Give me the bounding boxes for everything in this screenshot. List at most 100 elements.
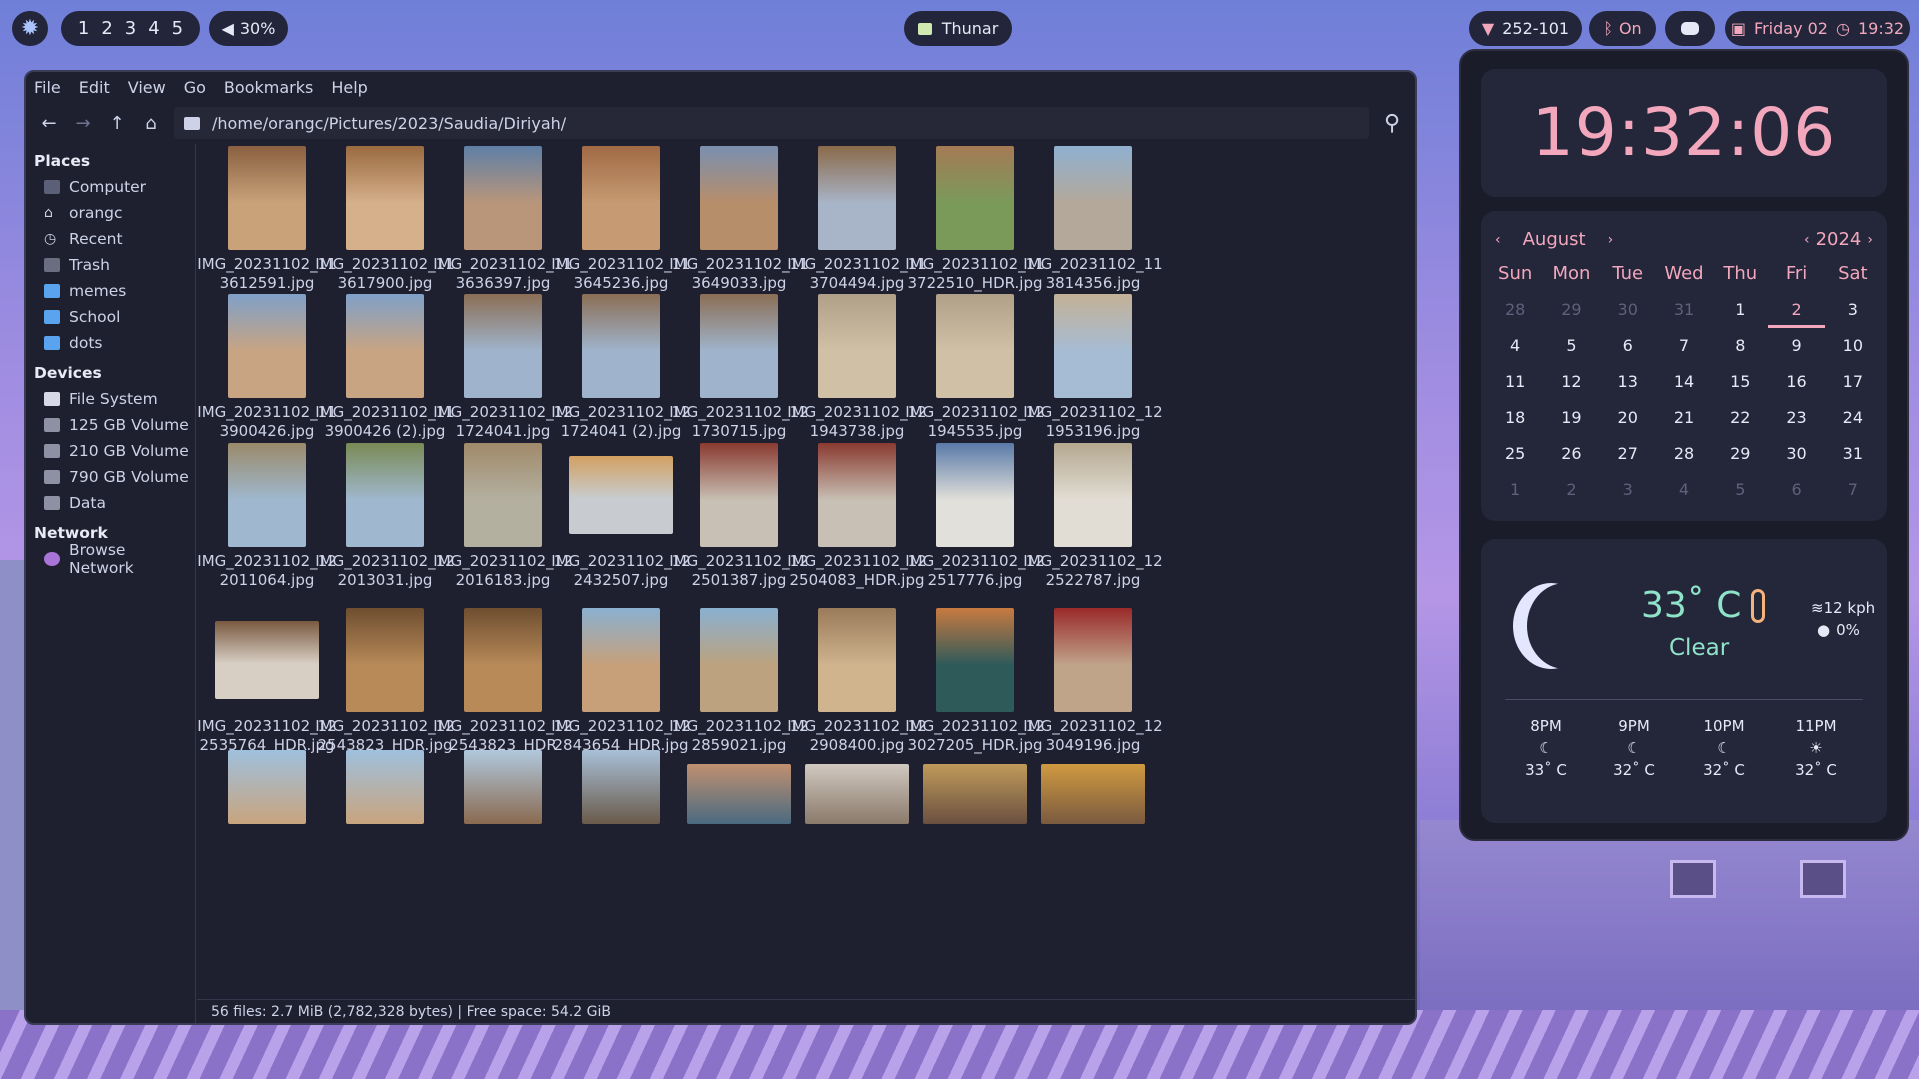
chevron-left-icon[interactable]: ‹ [1495, 232, 1501, 248]
calendar-day[interactable]: 28 [1656, 436, 1712, 472]
clock-widget[interactable]: ▣ Friday 02 ◷ 19:32 [1725, 11, 1910, 46]
workspace-2[interactable]: 2 [101, 18, 112, 39]
menu-bookmarks[interactable]: Bookmarks [224, 78, 313, 97]
calendar-day[interactable]: 17 [1825, 364, 1881, 400]
calendar-day[interactable]: 20 [1600, 400, 1656, 436]
calendar-day[interactable]: 21 [1656, 400, 1712, 436]
calendar-day[interactable]: 4 [1656, 472, 1712, 508]
menu-view[interactable]: View [128, 78, 166, 97]
image-thumbnail[interactable] [346, 750, 424, 824]
calendar-day[interactable]: 10 [1825, 328, 1881, 364]
location-bar[interactable]: /home/orangc/Pictures/2023/Saudia/Diriya… [174, 107, 1369, 139]
sidebar-item-volume-210[interactable]: 210 GB Volume [26, 438, 195, 464]
calendar-day[interactable]: 16 [1768, 364, 1824, 400]
file-item[interactable]: IMG_20231102_12 3049196.jpg [1023, 608, 1163, 755]
home-button[interactable]: ⌂ [134, 106, 168, 140]
calendar-day[interactable]: 31 [1656, 292, 1712, 328]
divider [1505, 699, 1863, 700]
image-thumbnail[interactable] [1041, 764, 1145, 824]
calendar-day[interactable]: 2 [1768, 292, 1825, 328]
menu-file[interactable]: File [34, 78, 61, 97]
calendar-day[interactable]: 30 [1600, 292, 1656, 328]
chevron-right-icon[interactable]: › [1867, 232, 1873, 248]
sidebar-item-home[interactable]: ⌂ orangc [26, 200, 195, 226]
calendar-day[interactable]: 12 [1543, 364, 1599, 400]
sidebar-item-computer[interactable]: Computer [26, 174, 195, 200]
up-button[interactable]: ↑ [100, 106, 134, 140]
menu-edit[interactable]: Edit [79, 78, 110, 97]
calendar-day[interactable]: 5 [1712, 472, 1768, 508]
moon-icon [1527, 583, 1603, 669]
calendar-day[interactable]: 25 [1487, 436, 1543, 472]
calendar-day[interactable]: 1 [1487, 472, 1543, 508]
calendar-day[interactable]: 4 [1487, 328, 1543, 364]
calendar-day[interactable]: 22 [1712, 400, 1768, 436]
chevron-left-icon[interactable]: ‹ [1804, 232, 1810, 248]
search-button[interactable]: ⚲ [1375, 106, 1409, 140]
calendar-day[interactable]: 6 [1768, 472, 1824, 508]
discord-button[interactable] [1665, 11, 1715, 46]
sidebar-item-volume-790[interactable]: 790 GB Volume [26, 464, 195, 490]
calendar-day[interactable]: 1 [1712, 292, 1768, 328]
calendar-day[interactable]: 23 [1768, 400, 1824, 436]
calendar-day[interactable]: 5 [1543, 328, 1599, 364]
calendar-day[interactable]: 6 [1600, 328, 1656, 364]
calendar-day[interactable]: 26 [1543, 436, 1599, 472]
active-window-pill[interactable]: Thunar [904, 11, 1012, 46]
calendar-day[interactable]: 29 [1543, 292, 1599, 328]
calendar-day[interactable]: 7 [1656, 328, 1712, 364]
calendar-day[interactable]: 2 [1543, 472, 1599, 508]
calendar-day[interactable]: 29 [1712, 436, 1768, 472]
calendar-day[interactable]: 9 [1768, 328, 1824, 364]
launcher-button[interactable]: ✹ [12, 11, 48, 46]
bluetooth-widget[interactable]: ᛒ On [1589, 11, 1656, 46]
workspace-4[interactable]: 4 [148, 18, 159, 39]
wifi-widget[interactable]: ▼ 252-101 [1469, 11, 1582, 46]
calendar-day[interactable]: 19 [1543, 400, 1599, 436]
image-thumbnail [818, 294, 896, 398]
calendar-day[interactable]: 8 [1712, 328, 1768, 364]
file-item[interactable]: IMG_20231102_12 2522787.jpg [1023, 443, 1163, 590]
calendar-day[interactable]: 11 [1487, 364, 1543, 400]
sidebar-item-dots[interactable]: dots [26, 330, 195, 356]
workspace-5[interactable]: 5 [172, 18, 183, 39]
calendar-day[interactable]: 7 [1825, 472, 1881, 508]
sidebar-item-data[interactable]: Data [26, 490, 195, 516]
calendar-day[interactable]: 14 [1656, 364, 1712, 400]
sidebar-item-memes[interactable]: memes [26, 278, 195, 304]
workspace-3[interactable]: 3 [125, 18, 136, 39]
image-thumbnail [228, 294, 306, 398]
calendar-day[interactable]: 3 [1600, 472, 1656, 508]
chevron-right-icon[interactable]: › [1608, 232, 1614, 248]
back-button[interactable]: ← [32, 106, 66, 140]
calendar-day[interactable]: 15 [1712, 364, 1768, 400]
workspace-1[interactable]: 1 [78, 18, 89, 39]
sidebar-item-browse-network[interactable]: Browse Network [26, 541, 195, 577]
calendar-day[interactable]: 24 [1825, 400, 1881, 436]
image-thumbnail[interactable] [228, 750, 306, 824]
menu-go[interactable]: Go [184, 78, 206, 97]
calendar-day[interactable]: 18 [1487, 400, 1543, 436]
calendar-day[interactable]: 28 [1487, 292, 1543, 328]
calendar-day[interactable]: 30 [1768, 436, 1824, 472]
sidebar-item-school[interactable]: School [26, 304, 195, 330]
sidebar-item-recent[interactable]: ◷ Recent [26, 226, 195, 252]
sidebar-item-filesystem[interactable]: File System [26, 386, 195, 412]
forward-button[interactable]: → [66, 106, 100, 140]
sidebar-item-trash[interactable]: Trash [26, 252, 195, 278]
calendar-day[interactable]: 27 [1600, 436, 1656, 472]
image-thumbnail[interactable] [923, 764, 1027, 824]
calendar-day[interactable]: 13 [1600, 364, 1656, 400]
image-thumbnail[interactable] [582, 750, 660, 824]
image-thumbnail[interactable] [805, 764, 909, 824]
file-item[interactable]: IMG_20231102_12 1953196.jpg [1023, 294, 1163, 441]
sidebar-item-volume-125[interactable]: 125 GB Volume [26, 412, 195, 438]
image-thumbnail[interactable] [464, 750, 542, 824]
volume-widget[interactable]: ◀ 30% [209, 11, 288, 46]
image-thumbnail [346, 294, 424, 398]
file-item[interactable]: IMG_20231102_11 3814356.jpg [1023, 146, 1163, 293]
image-thumbnail[interactable] [687, 764, 791, 824]
menu-help[interactable]: Help [331, 78, 367, 97]
calendar-day[interactable]: 3 [1825, 292, 1881, 328]
calendar-day[interactable]: 31 [1825, 436, 1881, 472]
